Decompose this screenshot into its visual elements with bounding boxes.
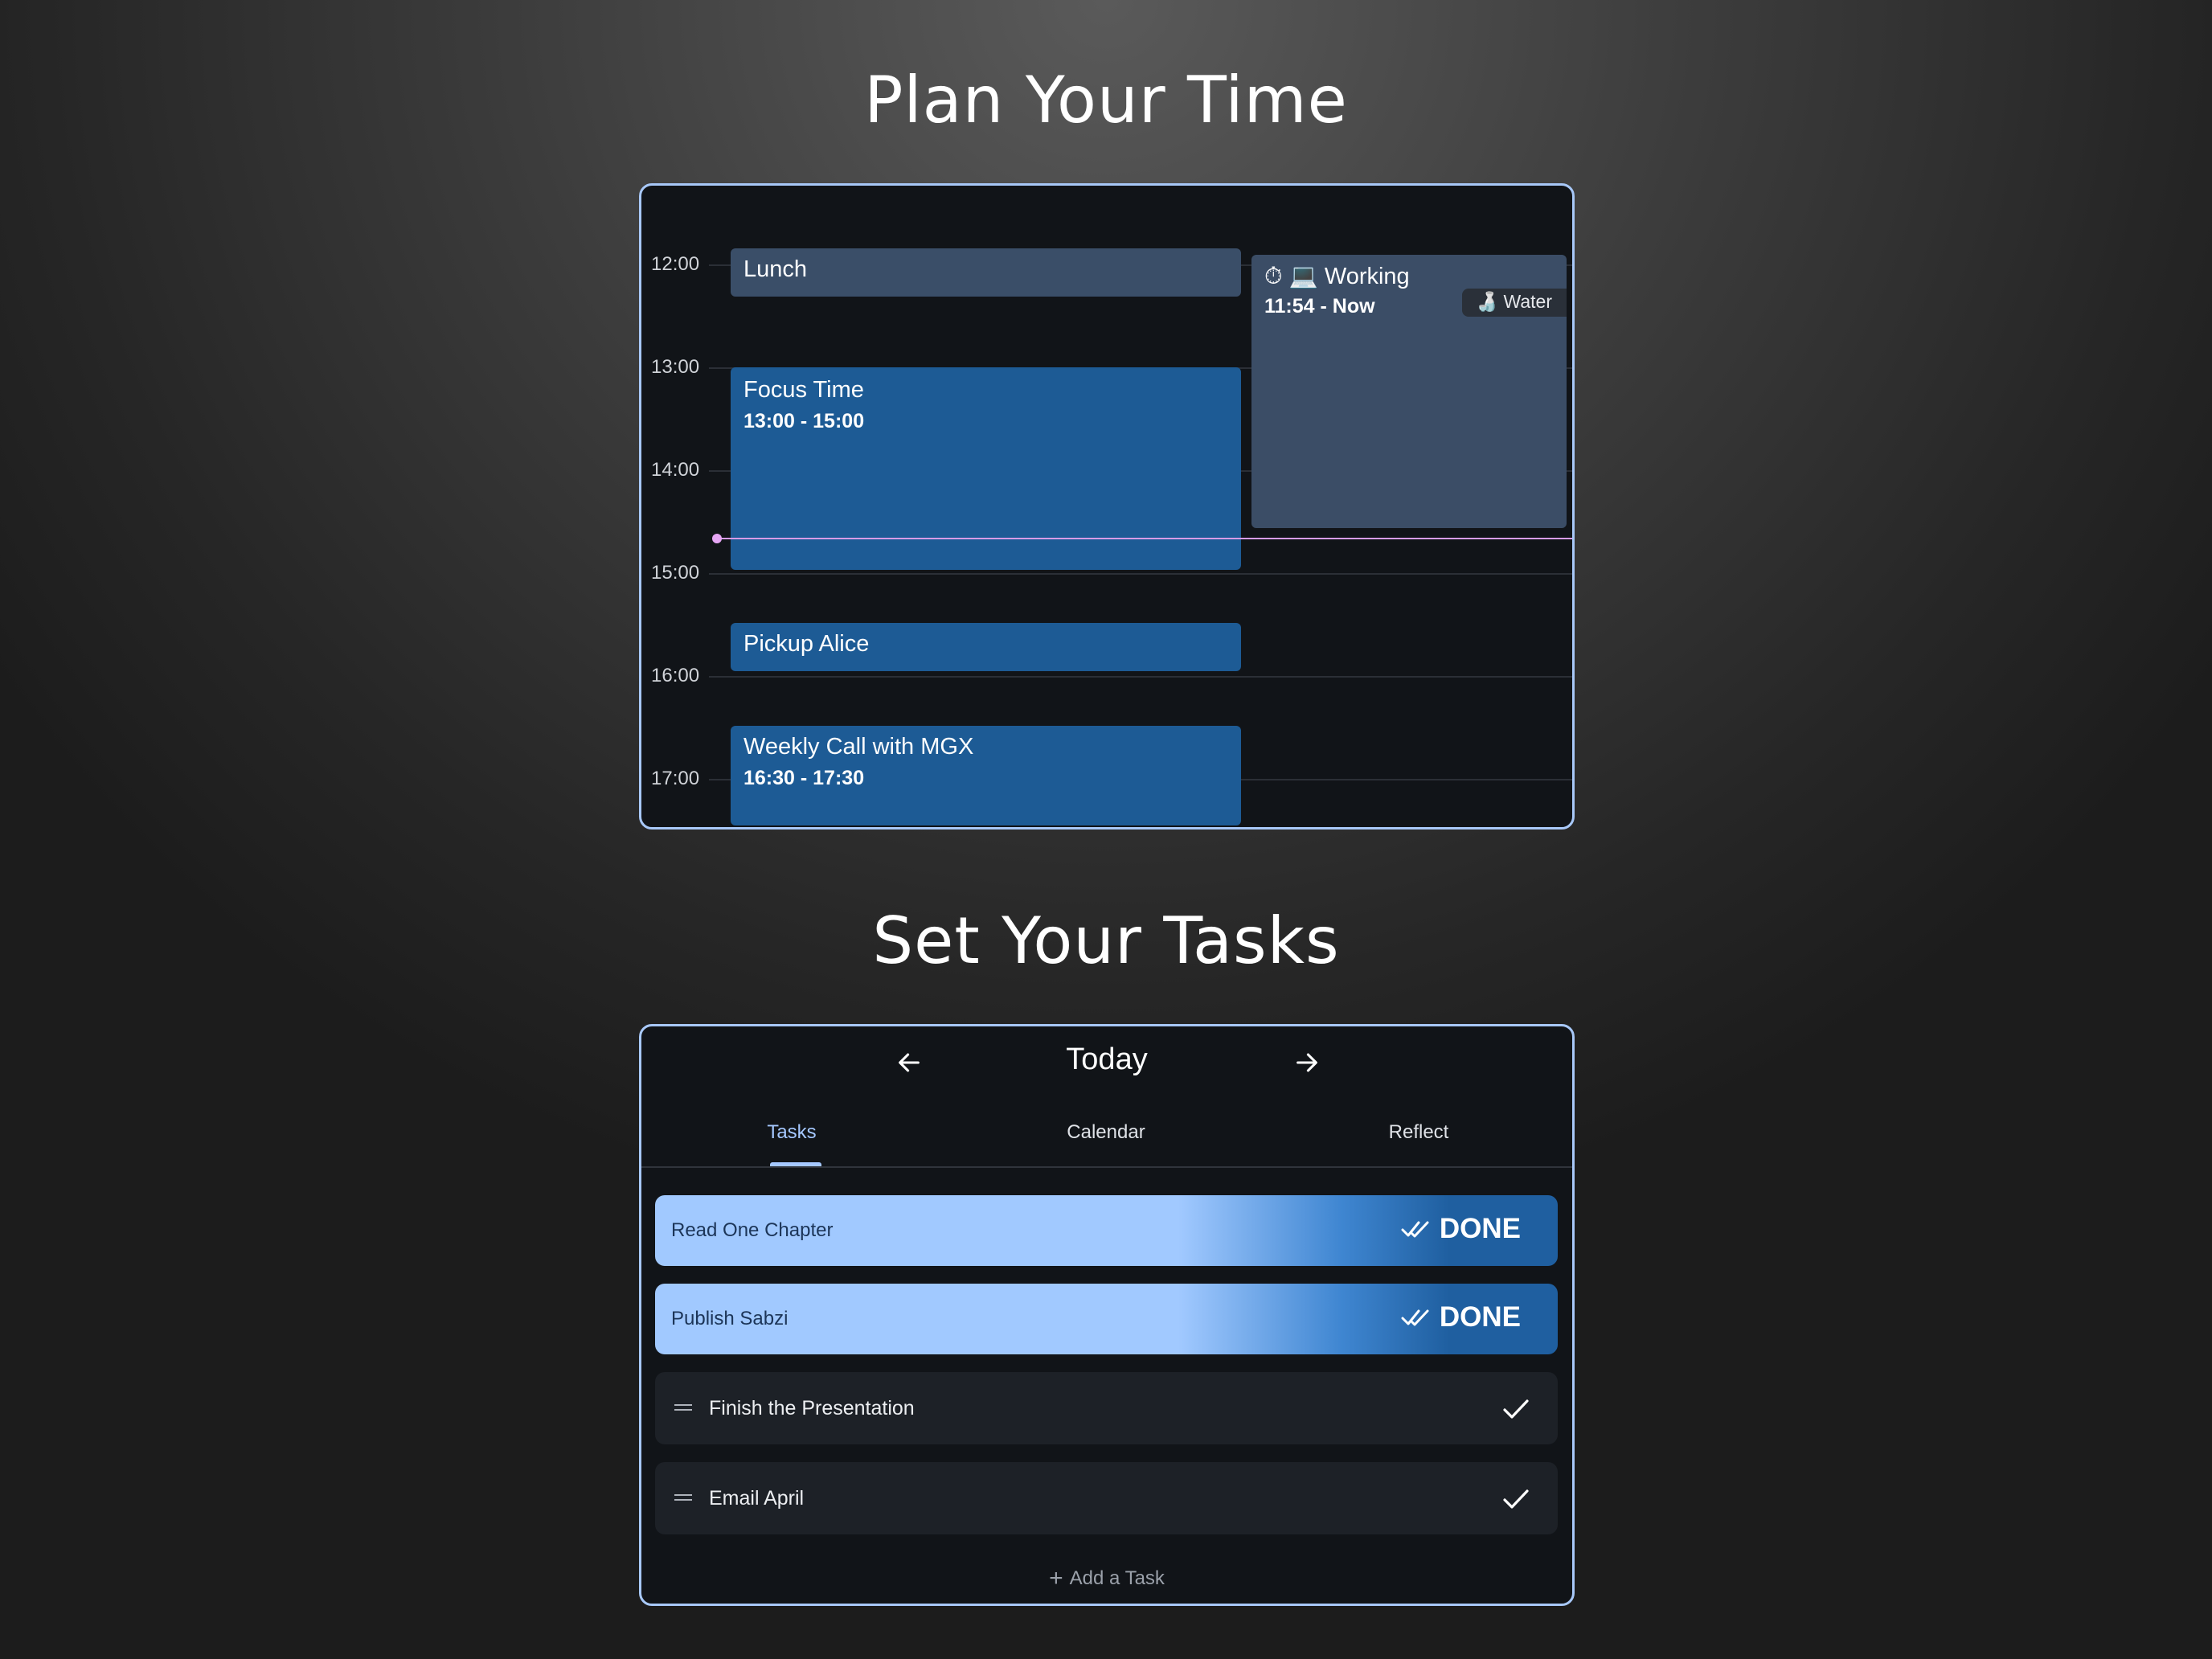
time-label-16: 16:00	[651, 665, 700, 686]
check-icon	[1503, 1489, 1529, 1509]
time-label-13: 13:00	[651, 356, 700, 378]
arrow-right-icon	[1296, 1053, 1317, 1072]
current-time-line	[717, 538, 1572, 539]
event-time: 13:00 - 15:00	[743, 410, 865, 432]
tab-reflect[interactable]: Reflect	[1298, 1121, 1539, 1144]
task-label: Read One Chapter	[671, 1219, 834, 1241]
time-label-15: 15:00	[651, 562, 700, 584]
task-item[interactable]: Finish the Presentation	[655, 1372, 1558, 1444]
check-icon	[1503, 1399, 1529, 1419]
event-lunch[interactable]: Lunch	[731, 248, 1241, 297]
event-time: 16:30 - 17:30	[743, 767, 865, 789]
event-working[interactable]: ⏱ 💻 Working 11:54 - Now 🍶 Water	[1251, 255, 1567, 528]
done-status: DONE	[1439, 1213, 1521, 1244]
done-badge: DONE	[1401, 1301, 1521, 1333]
plus-icon: +	[1049, 1565, 1063, 1591]
task-label: Publish Sabzi	[671, 1308, 789, 1329]
task-item[interactable]: Email April	[655, 1462, 1558, 1534]
event-pickup-alice[interactable]: Pickup Alice	[731, 623, 1241, 671]
heading-plan-your-time: Plan Your Time	[864, 63, 1348, 137]
tasks-panel: Today Tasks Calendar Reflect Read One Ch…	[639, 1024, 1575, 1606]
next-day-button[interactable]	[1287, 1043, 1327, 1083]
complete-task-button[interactable]	[1500, 1393, 1532, 1425]
hour-line-16	[709, 676, 1572, 678]
event-title: Weekly Call with MGX	[743, 734, 974, 760]
day-title: Today	[1066, 1043, 1148, 1076]
task-label: Email April	[709, 1487, 805, 1509]
event-weekly-call[interactable]: Weekly Call with MGX 16:30 - 17:30	[731, 726, 1241, 825]
event-title: Lunch	[743, 256, 808, 282]
hour-line-15	[709, 573, 1572, 575]
complete-task-button[interactable]	[1500, 1483, 1532, 1515]
calendar-panel: 12:00 13:00 14:00 15:00 16:00 17:00 Lunc…	[639, 183, 1575, 830]
tab-divider	[641, 1166, 1572, 1168]
task-item-done[interactable]: Read One Chapter DONE	[655, 1195, 1558, 1266]
tab-calendar[interactable]: Calendar	[985, 1121, 1227, 1144]
event-focus-time[interactable]: Focus Time 13:00 - 15:00	[731, 367, 1241, 570]
add-task-button[interactable]: + Add a Task	[641, 1565, 1572, 1592]
time-label-14: 14:00	[651, 459, 700, 481]
double-check-icon	[1401, 1221, 1429, 1238]
water-chip[interactable]: 🍶 Water	[1462, 289, 1567, 317]
event-title: ⏱ 💻 Working	[1264, 264, 1410, 289]
done-badge: DONE	[1401, 1213, 1521, 1245]
time-label-12: 12:00	[651, 253, 700, 275]
done-status: DONE	[1439, 1301, 1521, 1333]
current-time-dot	[712, 534, 722, 543]
task-item-done[interactable]: Publish Sabzi DONE	[655, 1284, 1558, 1354]
double-check-icon	[1401, 1309, 1429, 1326]
event-title: Focus Time	[743, 377, 864, 403]
add-task-label: Add a Task	[1069, 1567, 1165, 1589]
heading-set-your-tasks: Set Your Tasks	[872, 903, 1340, 978]
drag-handle-icon[interactable]	[674, 1404, 692, 1412]
event-title: Pickup Alice	[743, 631, 870, 657]
time-label-17: 17:00	[651, 768, 700, 789]
task-label: Finish the Presentation	[709, 1397, 915, 1419]
tab-tasks[interactable]: Tasks	[671, 1121, 912, 1144]
drag-handle-icon[interactable]	[674, 1494, 692, 1502]
